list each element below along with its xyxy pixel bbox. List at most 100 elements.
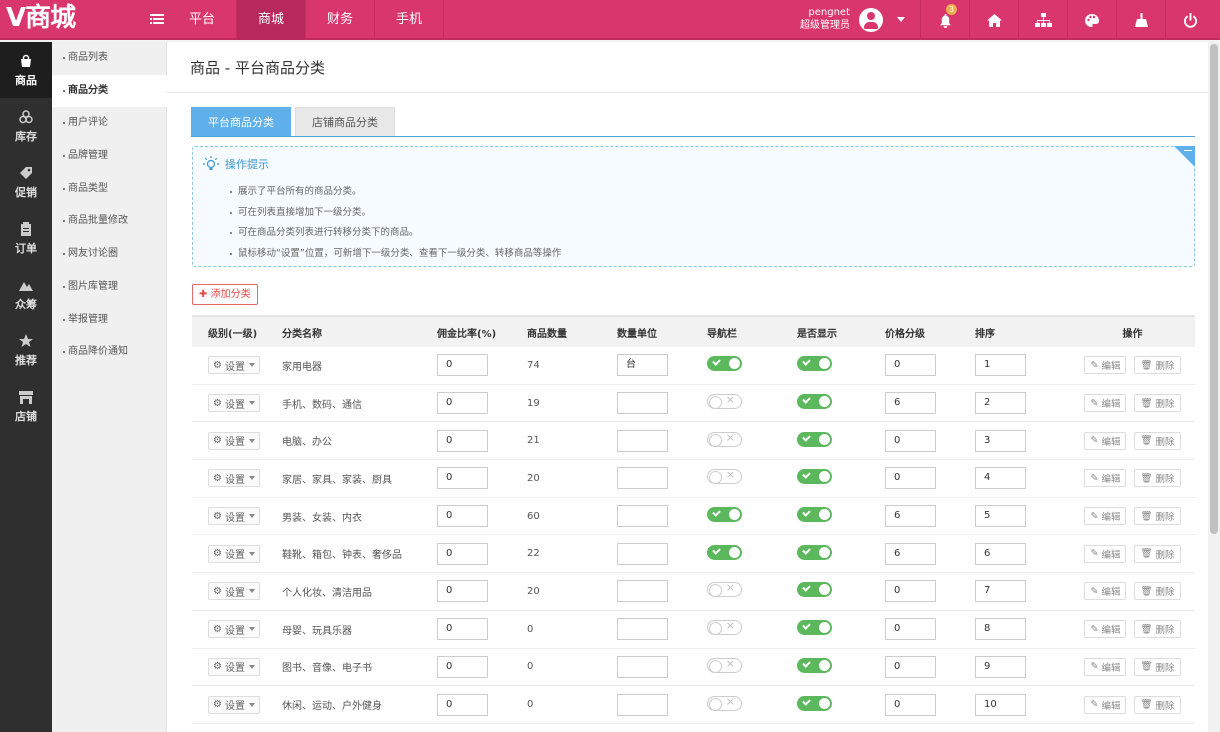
price-grade-input[interactable]: 0 [885,429,936,452]
unit-input[interactable] [617,580,668,603]
unit-input[interactable] [617,505,668,528]
subnav-item-price-drop[interactable]: 商品降价通知 [52,336,166,369]
edit-button[interactable]: ✎ 编辑 [1084,356,1127,375]
topnav-item-mobile[interactable]: 手机 [375,0,444,40]
show-toggle[interactable] [797,620,832,636]
settings-dropdown-button[interactable]: ⚙ 设置 [208,695,260,714]
show-toggle[interactable] [797,544,832,560]
add-category-button[interactable]: ✚ 添加分类 [192,284,258,305]
unit-input[interactable] [617,655,668,678]
subnav-item-reviews[interactable]: 用户评论 [52,107,166,140]
subnav-item-gallery[interactable]: 图片库管理 [52,271,166,304]
show-toggle[interactable] [797,431,832,447]
commission-input[interactable]: 0 [437,618,488,641]
sort-input[interactable]: 4 [975,467,1026,490]
edit-button[interactable]: ✎ 编辑 [1084,544,1127,563]
price-grade-input[interactable]: 6 [885,392,936,415]
show-toggle[interactable] [797,356,832,372]
commission-input[interactable]: 0 [437,429,488,452]
delete-button[interactable]: 🗑 删除 [1134,507,1181,526]
edit-button[interactable]: ✎ 编辑 [1084,507,1127,526]
unit-input[interactable]: 台 [617,354,668,377]
unit-input[interactable] [617,467,668,490]
sort-input[interactable]: 6 [975,542,1026,565]
avatar[interactable] [859,8,883,32]
sidebar-item-recommend[interactable]: 推荐 [0,322,52,378]
price-grade-input[interactable]: 0 [885,467,936,490]
commission-input[interactable]: 0 [437,505,488,528]
commission-input[interactable]: 0 [437,542,488,565]
settings-dropdown-button[interactable]: ⚙ 设置 [208,582,260,601]
nav-toggle[interactable] [707,507,742,523]
nav-toggle[interactable] [707,393,742,410]
nav-toggle[interactable] [707,581,742,598]
unit-input[interactable] [617,542,668,565]
show-toggle[interactable] [797,695,832,711]
edit-button[interactable]: ✎ 编辑 [1084,620,1127,639]
sort-input[interactable]: 8 [975,618,1026,641]
commission-input[interactable]: 0 [437,392,488,415]
sort-input[interactable]: 2 [975,392,1026,415]
scrollbar-thumb[interactable] [1210,44,1218,534]
tab-platform-category[interactable]: 平台商品分类 [191,107,291,136]
price-grade-input[interactable]: 0 [885,354,936,377]
subnav-item-batch-edit[interactable]: 商品批量修改 [52,205,166,238]
subnav-item-reports[interactable]: 举报管理 [52,304,166,337]
nav-toggle[interactable] [707,619,742,636]
commission-input[interactable]: 0 [437,655,488,678]
sidebar-item-promotion[interactable]: 促销 [0,154,52,210]
price-grade-input[interactable]: 6 [885,505,936,528]
settings-dropdown-button[interactable]: ⚙ 设置 [208,356,260,375]
sort-input[interactable]: 3 [975,429,1026,452]
settings-dropdown-button[interactable]: ⚙ 设置 [208,507,260,526]
commission-input[interactable]: 0 [437,354,488,377]
delete-button[interactable]: 🗑 删除 [1134,431,1181,450]
nav-toggle[interactable] [707,431,742,447]
settings-dropdown-button[interactable]: ⚙ 设置 [208,431,260,450]
sort-input[interactable]: 7 [975,580,1026,603]
sidebar-item-goods[interactable]: 商品 [0,42,52,98]
delete-button[interactable]: 🗑 删除 [1134,582,1181,601]
settings-dropdown-button[interactable]: ⚙ 设置 [208,657,260,676]
show-toggle[interactable] [797,507,832,523]
unit-input[interactable] [617,618,668,641]
subnav-item-goods-category[interactable]: 商品分类 [52,74,167,108]
edit-button[interactable]: ✎ 编辑 [1084,657,1127,676]
settings-dropdown-button[interactable]: ⚙ 设置 [208,620,260,639]
sidebar-item-orders[interactable]: 订单 [0,210,52,266]
sort-input[interactable]: 5 [975,505,1026,528]
collapse-tips-button[interactable] [1174,146,1195,167]
topnav-item-mall[interactable]: 商城 [237,0,306,40]
sidebar-item-store[interactable]: 店铺 [0,378,52,434]
settings-dropdown-button[interactable]: ⚙ 设置 [208,469,260,488]
nav-toggle[interactable] [707,356,742,372]
edit-button[interactable]: ✎ 编辑 [1084,582,1127,601]
settings-dropdown-button[interactable]: ⚙ 设置 [208,544,260,563]
show-toggle[interactable] [797,469,832,485]
tab-store-category[interactable]: 店铺商品分类 [295,107,395,136]
commission-input[interactable]: 0 [437,693,488,716]
settings-dropdown-button[interactable]: ⚙ 设置 [208,394,260,413]
price-grade-input[interactable]: 0 [885,693,936,716]
sidebar-item-stock[interactable]: 库存 [0,98,52,154]
show-toggle[interactable] [797,582,832,598]
edit-button[interactable]: ✎ 编辑 [1084,695,1127,714]
delete-button[interactable]: 🗑 删除 [1134,620,1181,639]
clear-cache-button[interactable] [1116,0,1165,40]
sidebar-item-crowdfunding[interactable]: 众筹 [0,266,52,322]
nav-toggle[interactable] [707,695,742,711]
delete-button[interactable]: 🗑 删除 [1134,544,1181,563]
user-info[interactable]: pengnet 超级管理员 [795,7,850,32]
notification-button[interactable]: 3 [920,0,969,40]
subnav-item-goods-type[interactable]: 商品类型 [52,173,166,206]
nav-toggle[interactable] [707,657,742,673]
nav-toggle[interactable] [707,468,742,485]
commission-input[interactable]: 0 [437,580,488,603]
scrollbar[interactable] [1208,42,1220,732]
sort-input[interactable]: 1 [975,354,1026,377]
nav-toggle[interactable] [707,544,742,560]
delete-button[interactable]: 🗑 删除 [1134,469,1181,488]
sort-input[interactable]: 9 [975,655,1026,678]
theme-button[interactable] [1067,0,1116,40]
unit-input[interactable] [617,429,668,452]
